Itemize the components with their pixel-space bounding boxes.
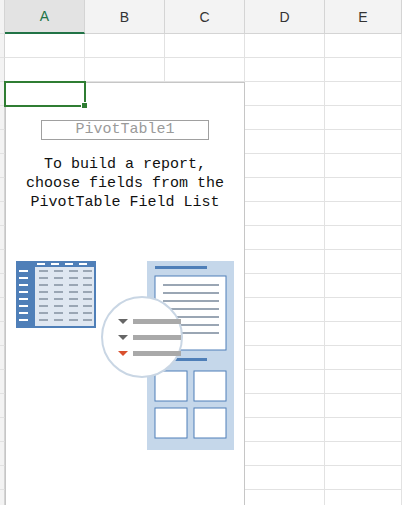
column-header[interactable]: C <box>165 0 245 34</box>
column-header[interactable]: E <box>325 0 402 34</box>
cell[interactable] <box>245 466 325 490</box>
cell[interactable] <box>325 322 402 346</box>
cell[interactable] <box>245 34 325 58</box>
cell[interactable] <box>325 466 402 490</box>
cell[interactable] <box>85 58 165 82</box>
spreadsheet: ABCDE PivotTable1 To build a report, cho… <box>0 0 402 505</box>
cell[interactable] <box>325 274 402 298</box>
cell[interactable] <box>325 82 402 106</box>
cell[interactable] <box>165 58 245 82</box>
column-header[interactable]: D <box>245 0 325 34</box>
cell[interactable] <box>245 226 325 250</box>
cell[interactable] <box>325 370 402 394</box>
selected-cell <box>4 81 86 107</box>
cell[interactable] <box>245 394 325 418</box>
cell[interactable] <box>245 490 325 505</box>
cell[interactable] <box>85 34 165 58</box>
cell[interactable] <box>325 394 402 418</box>
cell[interactable] <box>245 322 325 346</box>
cell[interactable] <box>5 58 85 82</box>
cell[interactable] <box>245 298 325 322</box>
cell[interactable] <box>245 154 325 178</box>
sheet-row <box>0 34 402 58</box>
column-header-row: ABCDE <box>0 0 402 34</box>
cell[interactable] <box>245 442 325 466</box>
cell[interactable] <box>245 130 325 154</box>
cell[interactable] <box>325 418 402 442</box>
cell[interactable] <box>245 418 325 442</box>
cell[interactable] <box>325 442 402 466</box>
pivot-illustration-icon <box>5 252 245 457</box>
fill-handle[interactable] <box>81 102 88 109</box>
cell[interactable] <box>245 58 325 82</box>
cell[interactable] <box>325 346 402 370</box>
cell[interactable] <box>325 58 402 82</box>
column-header[interactable]: B <box>85 0 165 34</box>
cell[interactable] <box>325 490 402 505</box>
sheet-row <box>0 58 402 82</box>
cell[interactable] <box>325 34 402 58</box>
cell[interactable] <box>245 202 325 226</box>
cell[interactable] <box>325 202 402 226</box>
cell[interactable] <box>325 178 402 202</box>
cell[interactable] <box>325 154 402 178</box>
cell[interactable] <box>245 274 325 298</box>
table-icon <box>16 261 96 328</box>
cell[interactable] <box>165 34 245 58</box>
cell[interactable] <box>325 250 402 274</box>
cell[interactable] <box>325 226 402 250</box>
cell[interactable] <box>245 346 325 370</box>
cell[interactable] <box>245 82 325 106</box>
cell[interactable] <box>245 106 325 130</box>
cell[interactable] <box>325 130 402 154</box>
pivot-instructions: To build a report, choose fields from th… <box>18 155 232 212</box>
column-header[interactable]: A <box>5 0 85 34</box>
cell[interactable] <box>245 370 325 394</box>
cell[interactable] <box>5 34 85 58</box>
cell[interactable] <box>245 178 325 202</box>
cell[interactable] <box>325 106 402 130</box>
cell[interactable] <box>325 298 402 322</box>
filter-circle-icon <box>102 297 182 377</box>
pivot-table-name: PivotTable1 <box>41 120 209 140</box>
pivot-table-placeholder[interactable]: PivotTable1 To build a report, choose fi… <box>5 82 245 505</box>
cell[interactable] <box>245 250 325 274</box>
